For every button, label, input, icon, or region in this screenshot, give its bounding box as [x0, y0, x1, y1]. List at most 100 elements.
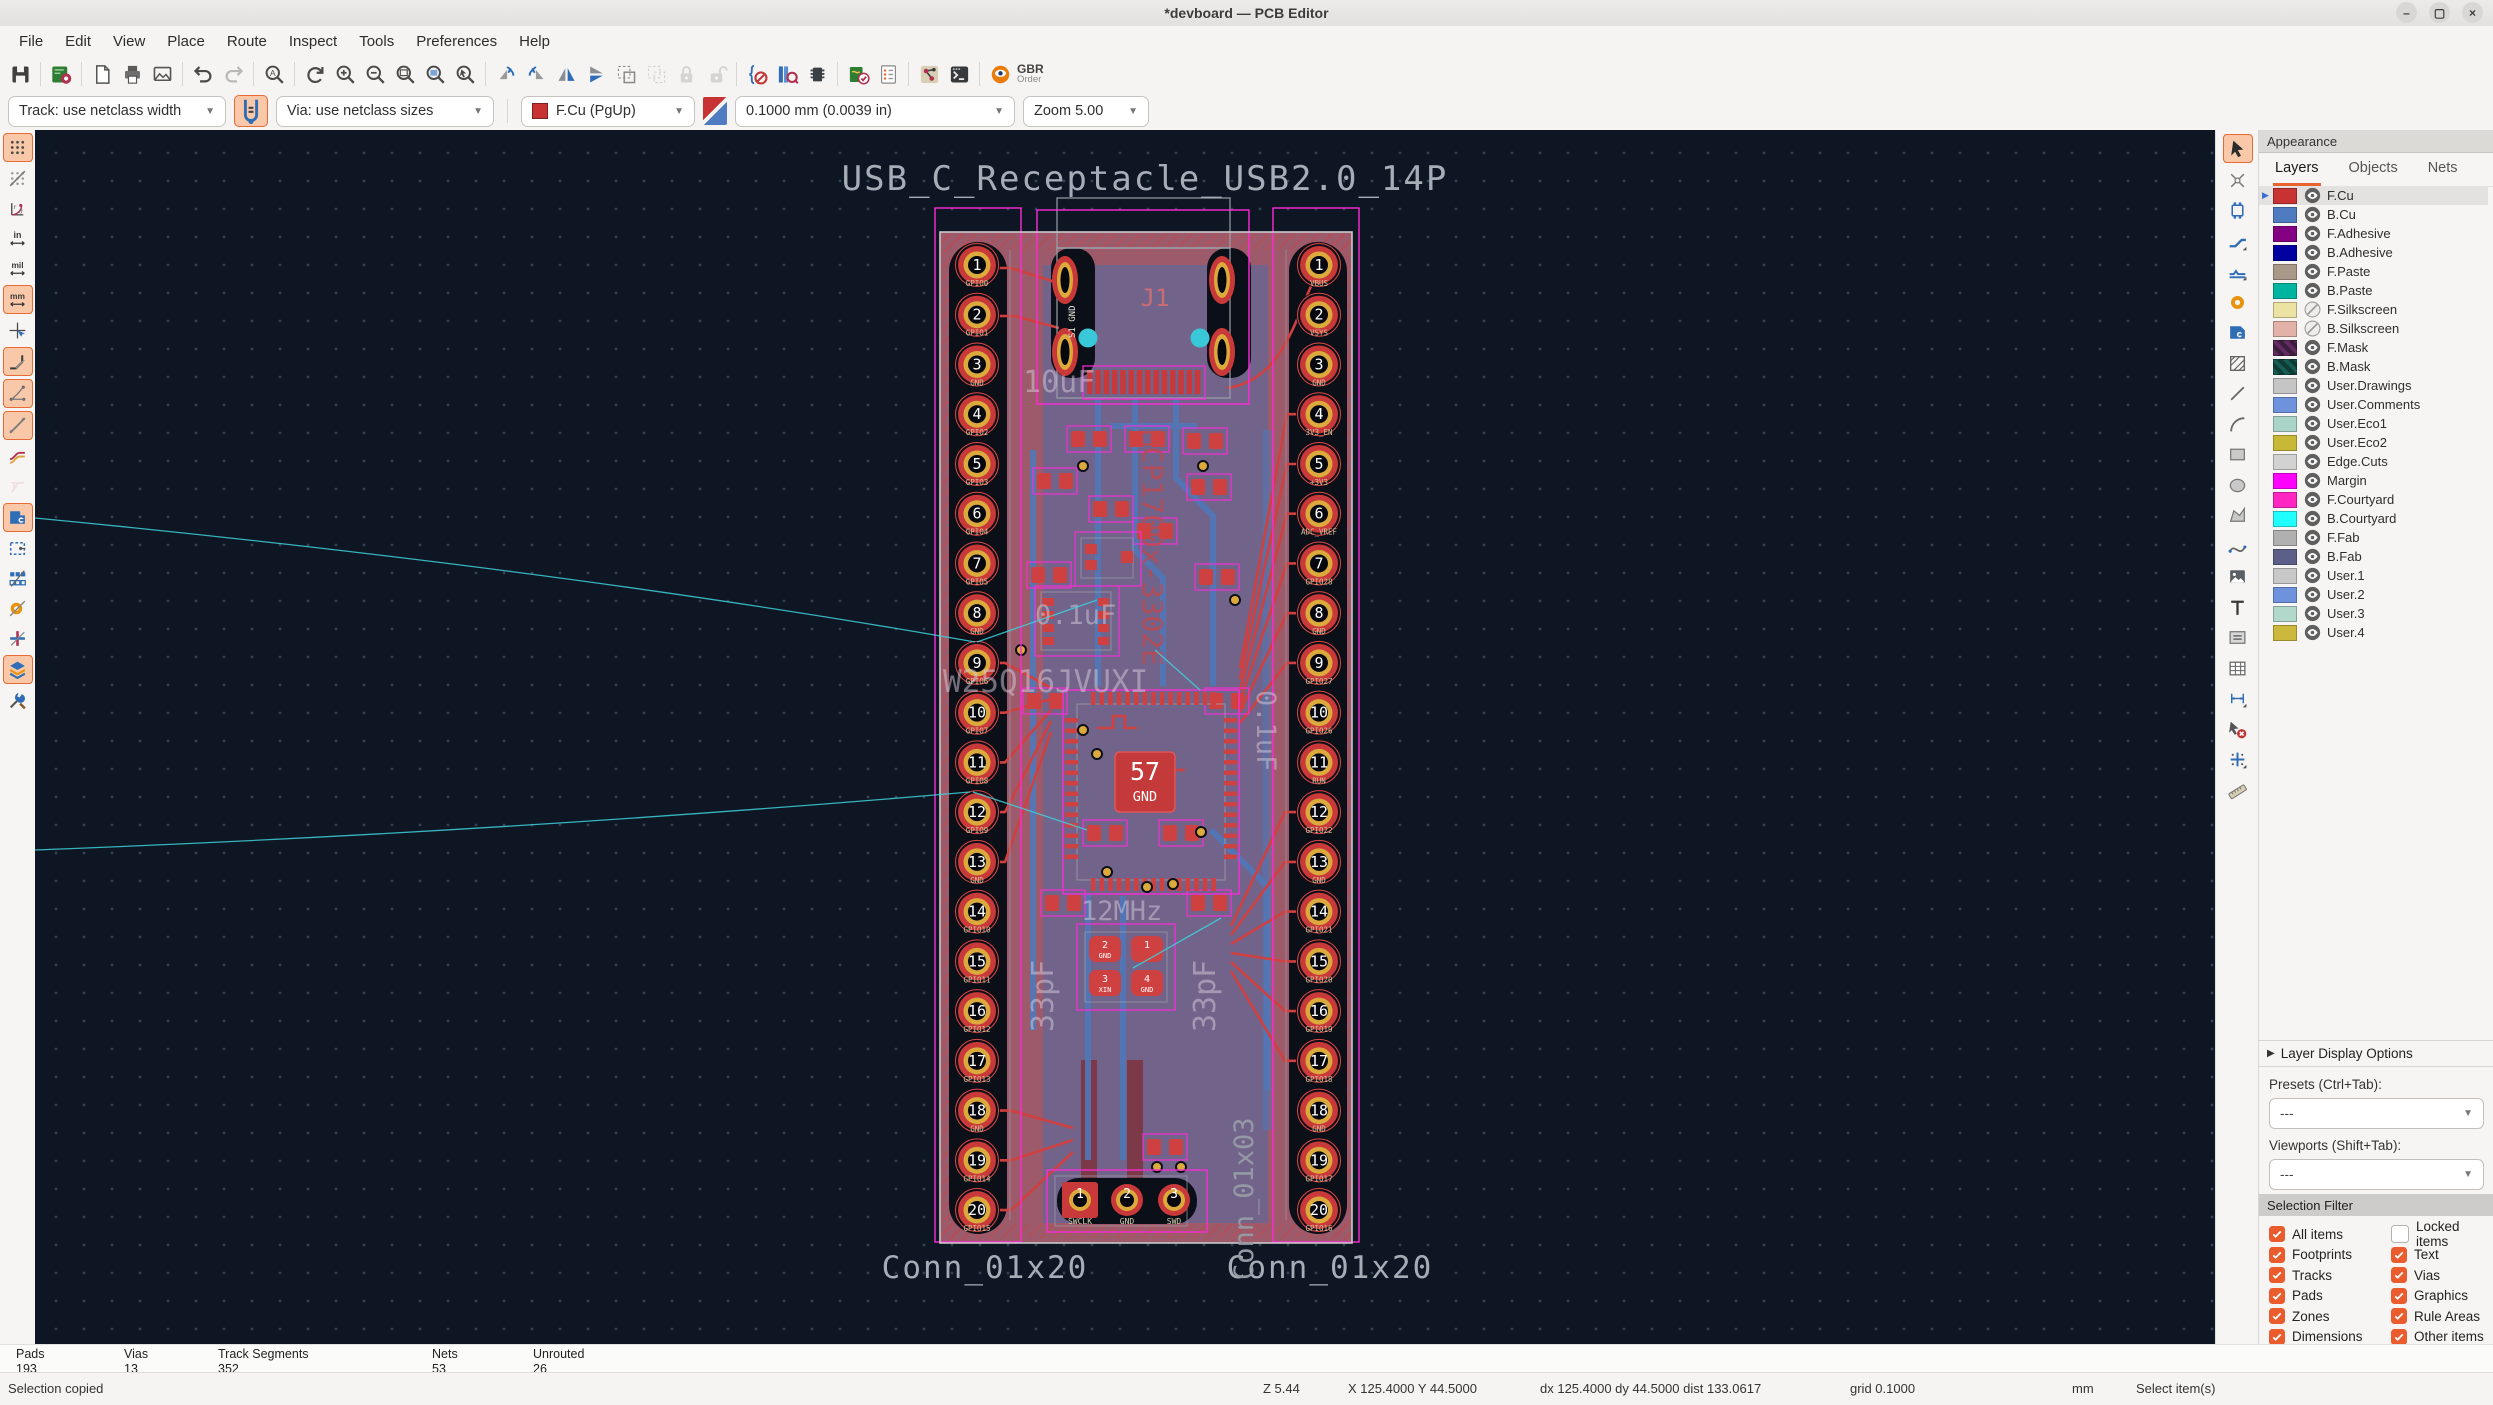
via-size-select[interactable]: Via: use netclass sizes ▼	[276, 95, 494, 127]
checkbox-checked-icon[interactable]	[2391, 1287, 2407, 1304]
menu-place[interactable]: Place	[156, 29, 216, 54]
draw-polygon-button[interactable]	[2224, 502, 2252, 529]
add-image-button[interactable]	[2224, 563, 2252, 590]
visibility-on-icon[interactable]	[2304, 377, 2321, 394]
presets-select[interactable]: --- ▼	[2269, 1098, 2484, 1129]
draw-arc-button[interactable]	[2224, 411, 2252, 438]
flip-vertical-button[interactable]	[581, 59, 611, 89]
filter-rule-areas[interactable]: Rule Areas	[2391, 1306, 2490, 1327]
filter-pads[interactable]: Pads	[2269, 1286, 2387, 1307]
draw-line-button[interactable]	[2224, 380, 2252, 407]
layer-row-b.mask[interactable]: B.Mask	[2259, 357, 2488, 376]
grid-origin-button[interactable]	[2224, 746, 2252, 773]
full-crosshair-button[interactable]	[4, 317, 32, 344]
visibility-on-icon[interactable]	[2304, 358, 2321, 375]
tab-objects[interactable]: Objects	[2347, 153, 2400, 186]
layer-row-f.mask[interactable]: F.Mask	[2259, 338, 2488, 357]
route-diff-pairs-button[interactable]	[2224, 258, 2252, 285]
plugin-gbr-button[interactable]	[985, 59, 1015, 89]
checkbox-unchecked-icon[interactable]	[2391, 1225, 2409, 1244]
board-setup-button[interactable]	[46, 59, 76, 89]
visibility-on-icon[interactable]	[2304, 244, 2321, 261]
draw-rectangle-button[interactable]	[2224, 441, 2252, 468]
filter-text[interactable]: Text	[2391, 1245, 2490, 1266]
add-dimension-button[interactable]	[2224, 685, 2252, 712]
zoom-out-button[interactable]	[360, 59, 390, 89]
menu-help[interactable]: Help	[508, 29, 561, 54]
visibility-on-icon[interactable]	[2304, 567, 2321, 584]
layer-row-b.cu[interactable]: B.Cu	[2259, 205, 2488, 224]
add-rule-area-button[interactable]	[2224, 350, 2252, 377]
visibility-on-icon[interactable]	[2304, 206, 2321, 223]
measure-button[interactable]	[2224, 777, 2252, 804]
add-zone-button[interactable]	[2224, 319, 2252, 346]
redo-button[interactable]	[218, 59, 248, 89]
checkbox-checked-icon[interactable]	[2391, 1328, 2407, 1345]
highlight-net-button[interactable]	[2224, 167, 2252, 194]
menu-route[interactable]: Route	[216, 29, 278, 54]
visibility-on-icon[interactable]	[2304, 434, 2321, 451]
left-conn-label[interactable]: Conn_01x20	[882, 1250, 1089, 1286]
footprint-library-browser-button[interactable]	[772, 59, 802, 89]
visibility-on-icon[interactable]	[2304, 396, 2321, 413]
units-mm-button[interactable]: mm	[2, 285, 33, 314]
zoom-fit-button[interactable]	[390, 59, 420, 89]
filter-tracks[interactable]: Tracks	[2269, 1265, 2387, 1286]
update-pcb-from-schematic-button[interactable]	[742, 59, 772, 89]
layer-row-f.fab[interactable]: F.Fab	[2259, 528, 2488, 547]
save-button[interactable]	[5, 59, 35, 89]
layer-row-user.eco2[interactable]: User.Eco2	[2259, 433, 2488, 452]
visibility-on-icon[interactable]	[2304, 624, 2321, 641]
rotate-ccw-button[interactable]	[491, 59, 521, 89]
delete-items-button[interactable]	[2224, 716, 2252, 743]
rotate-cw-button[interactable]	[521, 59, 551, 89]
visibility-on-icon[interactable]	[2304, 187, 2321, 204]
zone-filled-button[interactable]	[2, 503, 33, 532]
route-tracks-button[interactable]	[2224, 228, 2252, 255]
sketch-tracks-button[interactable]	[4, 443, 32, 470]
zoom-objects-button[interactable]	[420, 59, 450, 89]
viewports-select[interactable]: --- ▼	[2269, 1159, 2484, 1190]
flip-horizontal-button[interactable]	[551, 59, 581, 89]
visibility-on-icon[interactable]	[2304, 491, 2321, 508]
curved-ratsnest-button[interactable]	[2, 379, 33, 408]
layer-display-options[interactable]: ▶ Layer Display Options	[2259, 1040, 2493, 1067]
design-inspector-button[interactable]	[873, 59, 903, 89]
visibility-off-icon[interactable]	[2304, 320, 2321, 337]
group-button[interactable]	[611, 59, 641, 89]
close-button[interactable]: ×	[2462, 2, 2483, 23]
plugin-freerouting-button[interactable]	[914, 59, 944, 89]
grid-select[interactable]: 0.1000 mm (0.0039 in) ▼	[735, 95, 1015, 127]
tab-nets[interactable]: Nets	[2426, 153, 2460, 186]
visibility-on-icon[interactable]	[2304, 415, 2321, 432]
menu-inspect[interactable]: Inspect	[278, 29, 348, 54]
visibility-on-icon[interactable]	[2304, 529, 2321, 546]
zoom-selection-button[interactable]	[450, 59, 480, 89]
layer-row-user.4[interactable]: User.4	[2259, 623, 2488, 642]
footprint-viewer-button[interactable]	[802, 59, 832, 89]
units-mils-button[interactable]: mil	[4, 255, 32, 282]
lock-button[interactable]	[671, 59, 701, 89]
layer-row-edge.cuts[interactable]: Edge.Cuts	[2259, 452, 2488, 471]
units-inches-button[interactable]: in	[4, 225, 32, 252]
checkbox-checked-icon[interactable]	[2269, 1287, 2285, 1304]
track-45-limit-button[interactable]	[2, 347, 33, 376]
checkbox-checked-icon[interactable]	[2269, 1328, 2285, 1345]
layer-row-b.adhesive[interactable]: B.Adhesive	[2259, 243, 2488, 262]
layer-row-user.1[interactable]: User.1	[2259, 566, 2488, 585]
tab-layers[interactable]: Layers	[2273, 153, 2321, 186]
layer-row-b.courtyard[interactable]: B.Courtyard	[2259, 509, 2488, 528]
layer-row-b.paste[interactable]: B.Paste	[2259, 281, 2488, 300]
select-arrow-button[interactable]	[2222, 134, 2253, 163]
drc-checker-button[interactable]	[843, 59, 873, 89]
visibility-on-icon[interactable]	[2304, 282, 2321, 299]
maximize-button[interactable]: ▢	[2429, 2, 2450, 23]
layer-row-f.cu[interactable]: ▶ F.Cu	[2259, 186, 2488, 205]
add-textbox-button[interactable]	[2224, 624, 2252, 651]
visibility-on-icon[interactable]	[2304, 548, 2321, 565]
active-layer-select[interactable]: F.Cu (PgUp) ▼	[521, 95, 695, 127]
usb-footprint-label[interactable]: USB_C_Receptacle_USB2.0_14P	[842, 159, 1449, 199]
layer-pair-indicator[interactable]	[703, 97, 727, 125]
menu-tools[interactable]: Tools	[348, 29, 405, 54]
checkbox-checked-icon[interactable]	[2391, 1267, 2407, 1284]
